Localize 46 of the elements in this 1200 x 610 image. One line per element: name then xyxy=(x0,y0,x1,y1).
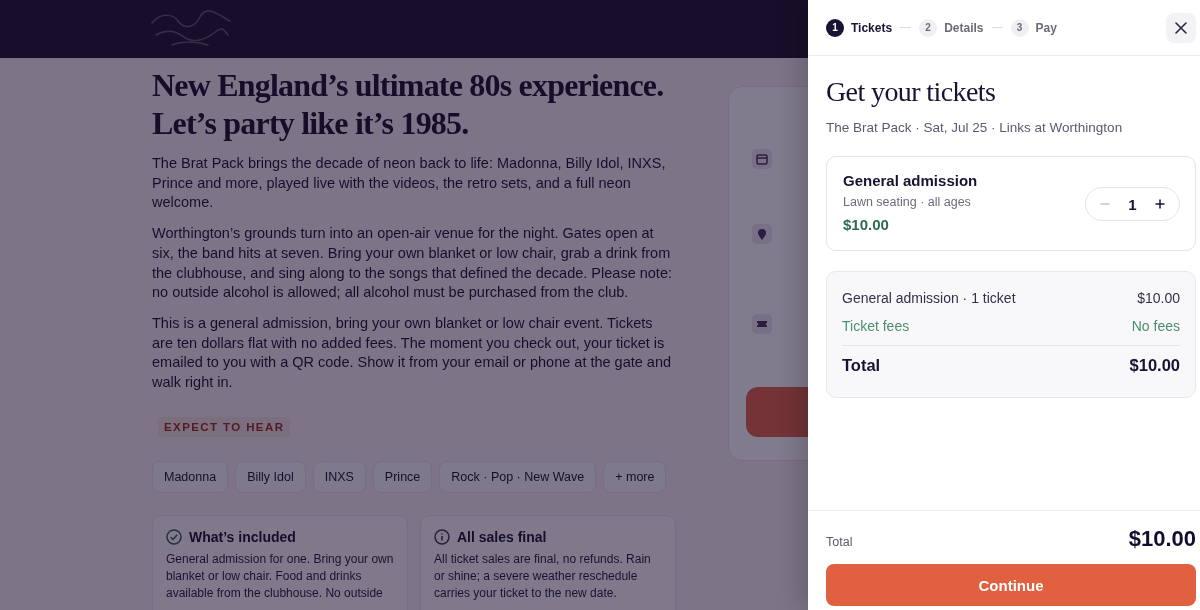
paragraph: Worthington’s grounds turn into an open-air venue for the night. Gates open at six, the band hits at seven. Bring your own blanket or low chair, grab a drink from the clubhouse, and sing along to the songs that defined the decade. Please note: no outside alcohol is allowed; all alcohol must be purchased from the club. xyxy=(152,224,673,303)
total-label: Total xyxy=(826,535,853,549)
step-label: Details xyxy=(944,20,984,35)
event-summary: The Brat Pack · Sat, Jul 25 · Links at Worthington xyxy=(826,119,1124,137)
line-label: Ticket fees xyxy=(842,317,910,336)
card-title: What’s included xyxy=(189,528,296,545)
card-text: General admission for one. Bring your own blanket or low chair. Food and drinks available from the clubhouse. No outside xyxy=(166,550,395,602)
tag: Rock · Pop · New Wave xyxy=(439,460,597,493)
drawer-title: Get your tickets xyxy=(826,75,997,109)
calendar-icon xyxy=(752,149,772,169)
continue-button[interactable]: Continue xyxy=(826,564,1196,606)
plus-icon xyxy=(1155,199,1165,209)
step-number: 2 xyxy=(919,18,938,37)
info-circle-icon xyxy=(434,528,450,545)
line-value: $10.00 xyxy=(1137,289,1180,308)
step-number: 3 xyxy=(1010,18,1029,37)
pin-icon xyxy=(752,224,772,244)
total-value: $10.00 xyxy=(1129,355,1180,376)
paragraph: The Brat Pack brings the decade of neon back to life: Madonna, Billy Idol, INXS, Prince and more, played live with the videos, the retro sets, and a full neon welcome. xyxy=(152,154,667,213)
section-label: EXPECT TO HEAR xyxy=(158,416,291,437)
total-amount: $10.00 xyxy=(1128,526,1196,552)
step-label: Pay xyxy=(1035,20,1057,35)
step-number: 1 xyxy=(826,18,844,37)
check-circle-icon xyxy=(166,528,182,545)
ticket-price: $10.00 xyxy=(843,215,890,235)
close-button[interactable] xyxy=(1166,12,1196,43)
headline: New England’s ultimate 80s experience. Let’s party like it’s 1985. xyxy=(152,66,665,142)
tag: Prince xyxy=(372,460,433,493)
tag: Madonna xyxy=(152,460,229,493)
card-text: All ticket sales are final, no refunds. Rain or shine; a severe weather reschedule carries your ticket to the new date. xyxy=(434,550,652,602)
tag: INXS xyxy=(312,460,366,493)
close-icon xyxy=(1175,21,1187,34)
quantity-value: 1 xyxy=(1128,195,1137,213)
paragraph: This is a general admission, bring your own blanket or low chair event. Tickets are ten dollars flat with no added fees. The moment you check out, your ticket is emailed to you with a QR code. Show it from your email or phone at the gate and walk right in. xyxy=(152,313,673,393)
card-title: All sales final xyxy=(457,528,547,545)
step-label: Tickets xyxy=(851,20,893,35)
tag: + more xyxy=(603,460,667,493)
tag: Billy Idol xyxy=(235,460,306,493)
line-value: No fees xyxy=(1131,317,1180,336)
ticket-details: Lawn seating · all ages xyxy=(843,194,972,210)
ticket-icon xyxy=(752,314,772,334)
ticket-name: General admission xyxy=(843,171,978,191)
increase-button[interactable] xyxy=(1153,197,1167,211)
line-label: General admission · 1 ticket xyxy=(842,289,1016,308)
logo-icon xyxy=(150,9,232,49)
total-label: Total xyxy=(842,355,881,376)
